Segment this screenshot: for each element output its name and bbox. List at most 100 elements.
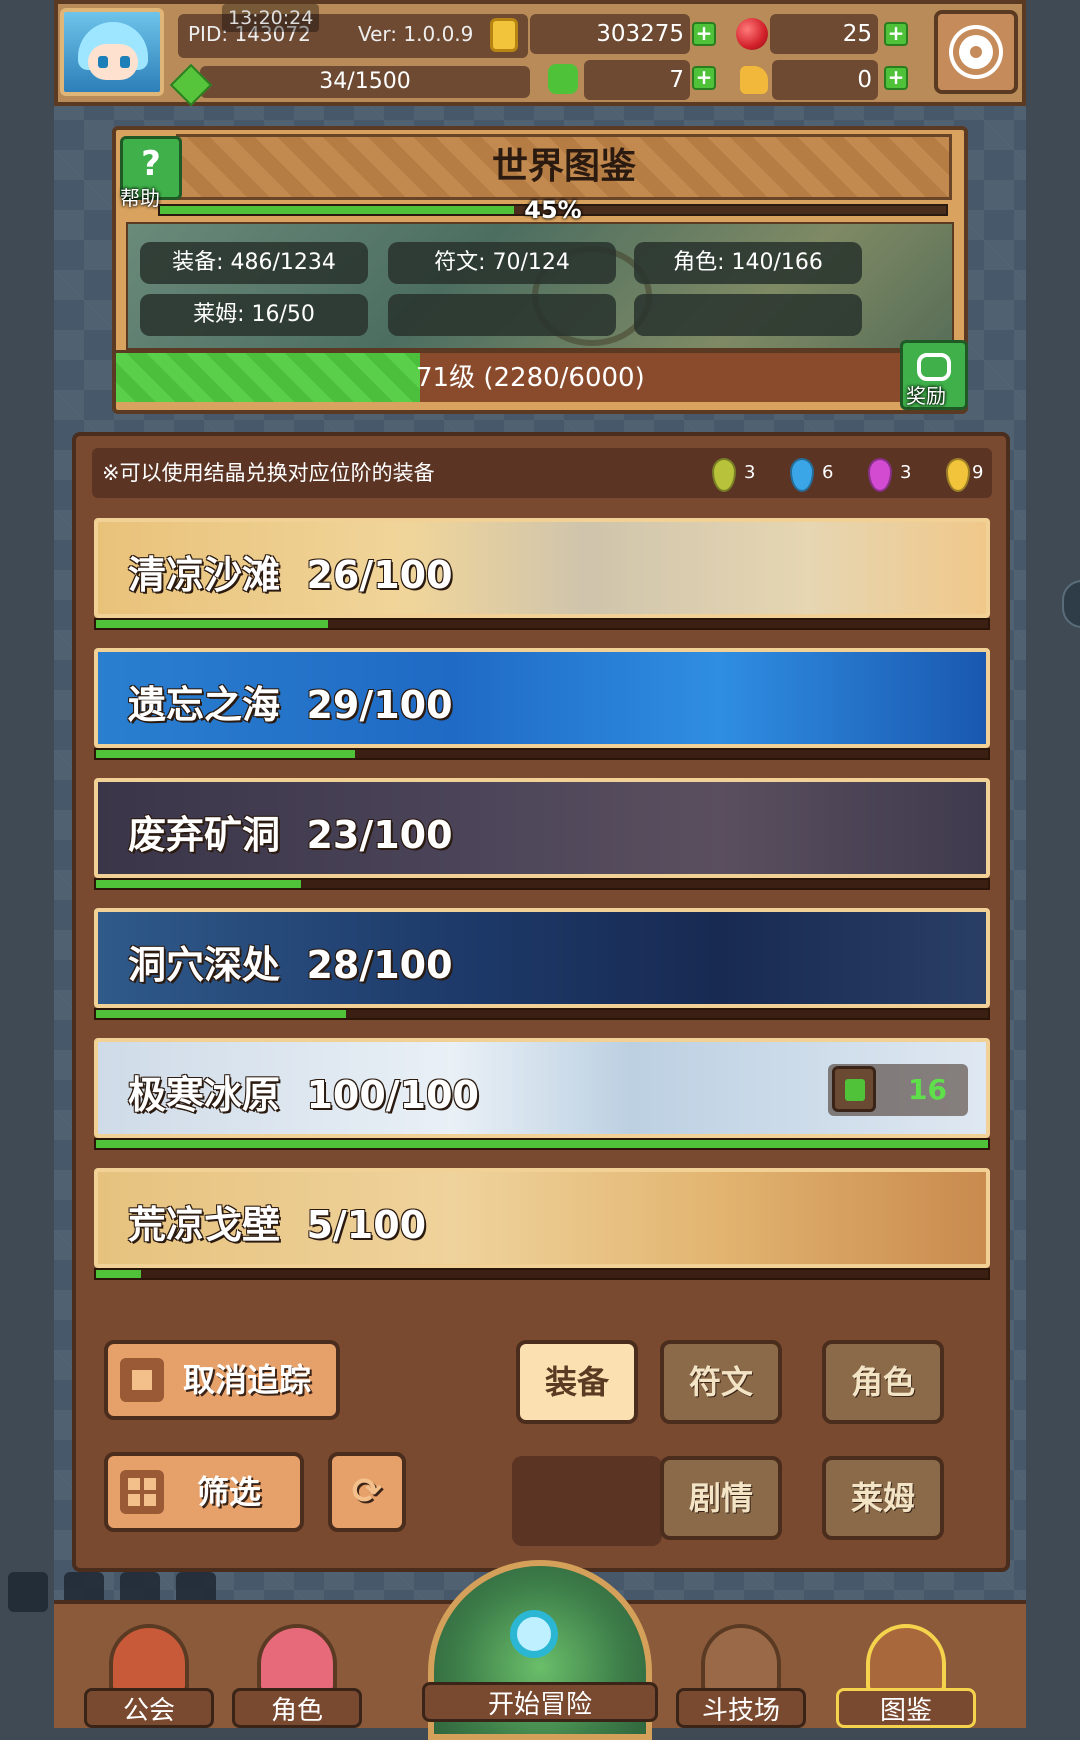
- help-label: 帮助: [120, 186, 160, 210]
- area-progress-fill: [96, 880, 302, 888]
- player-avatar[interactable]: [60, 8, 164, 96]
- grid-filter-icon: [120, 1470, 164, 1514]
- side-drawer-handle[interactable]: [1062, 580, 1080, 628]
- world-atlas-panel: 世界图鉴 ? 帮助 45% 装备: 486/1234 符文: 70/124 角色…: [112, 126, 968, 414]
- clover-icon: [548, 64, 578, 94]
- clock-time: 13:20:24: [222, 4, 320, 32]
- area-name: 废弃矿洞 23/100: [128, 813, 453, 857]
- crossed-swords-icon: [701, 1624, 781, 1694]
- blue-crystal-icon: [790, 458, 814, 492]
- area-banner: 清凉沙滩 26/100: [94, 518, 990, 618]
- untrack-label: 取消追踪: [182, 1361, 311, 1399]
- tab-characters[interactable]: 角色: [822, 1340, 944, 1424]
- hourglass-icon[interactable]: [8, 1572, 48, 1612]
- gear-icon: [959, 35, 993, 69]
- atlas-map-background: 装备: 486/1234 符文: 70/124 角色: 140/166 莱姆: …: [126, 222, 954, 350]
- nav-guild-label: 公会: [84, 1688, 214, 1728]
- area-collection-panel: ※可以使用结晶兑换对应位阶的装备 3 6 3 9 清凉沙滩 26/100 遗忘之…: [72, 432, 1010, 1572]
- nav-atlas[interactable]: 图鉴: [836, 1614, 976, 1732]
- area-banner: 荒凉戈壁 5/100: [94, 1168, 990, 1268]
- crystal-notice-bar: ※可以使用结晶兑换对应位阶的装备 3 6 3 9: [92, 448, 992, 498]
- tab-equipment[interactable]: 装备: [516, 1340, 638, 1424]
- game-version: Ver: 1.0.0.9: [358, 22, 474, 46]
- blue-crystal-count: 6: [822, 462, 834, 483]
- atlas-level-text: 71级 (2280/6000): [416, 363, 645, 393]
- stat-slimes: 莱姆: 16/50: [140, 294, 368, 336]
- area-name: 洞穴深处 28/100: [128, 943, 453, 987]
- avatar-eye-left: [98, 56, 108, 68]
- nav-arena[interactable]: 斗技场: [676, 1614, 806, 1732]
- red-gem-amount: 25: [842, 21, 872, 47]
- area-progress-fill: [96, 750, 355, 758]
- nav-character[interactable]: 角色: [232, 1614, 362, 1732]
- clover-counter: 7: [584, 60, 690, 100]
- clover-amount: 7: [669, 67, 684, 93]
- add-gold-plus-icon[interactable]: +: [692, 22, 716, 46]
- purple-crystal-icon: [868, 458, 892, 492]
- filter-label: 筛选: [196, 1473, 261, 1511]
- area-name: 遗忘之海 29/100: [128, 683, 453, 727]
- gold-crystal-icon: [946, 458, 970, 492]
- key-amount: 0: [857, 67, 872, 93]
- tab-story[interactable]: 剧情: [660, 1456, 782, 1540]
- add-red-gem-plus-icon[interactable]: +: [884, 22, 908, 46]
- add-clover-plus-icon[interactable]: +: [692, 66, 716, 90]
- atlas-progress-percent: 45%: [524, 196, 582, 224]
- area-progress-fill: [96, 1140, 988, 1148]
- area-card-desert[interactable]: 荒凉戈壁 5/100: [90, 1168, 994, 1280]
- tab-runes[interactable]: 符文: [660, 1340, 782, 1424]
- nav-arena-label: 斗技场: [676, 1688, 806, 1728]
- area-name: 荒凉戈壁 5/100: [128, 1203, 427, 1247]
- reward-icon: [917, 353, 951, 381]
- tab-slimes[interactable]: 莱姆: [822, 1456, 944, 1540]
- area-card-frozen[interactable]: 极寒冰原 100/100 16: [90, 1038, 994, 1150]
- settings-button[interactable]: [934, 10, 1018, 94]
- area-banner: 遗忘之海 29/100: [94, 648, 990, 748]
- nav-guild[interactable]: 公会: [84, 1614, 214, 1732]
- refresh-button[interactable]: ⟳: [328, 1452, 406, 1532]
- stat-equipment: 装备: 486/1234: [140, 242, 368, 284]
- area-card-cave[interactable]: 洞穴深处 28/100: [90, 908, 994, 1020]
- area-name: 极寒冰原 100/100: [128, 1073, 479, 1117]
- area-progress-fill: [96, 620, 328, 628]
- green-crystal-icon: [712, 458, 736, 492]
- area-card-mine[interactable]: 废弃矿洞 23/100: [90, 778, 994, 890]
- empty-tab-slot: [512, 1456, 662, 1546]
- thumbs-up-icon: [120, 1358, 164, 1402]
- stat-empty-2: [634, 294, 862, 336]
- area-progress-bar: [94, 1138, 990, 1150]
- atlas-level-fill: [116, 353, 420, 402]
- area-progress-bar: [94, 748, 990, 760]
- area-card-sea[interactable]: 遗忘之海 29/100: [90, 648, 994, 760]
- area-name: 清凉沙滩 26/100: [128, 553, 453, 597]
- green-crystal-count: 3: [744, 462, 756, 483]
- stat-characters: 角色: 140/166: [634, 242, 862, 284]
- start-adventure-button[interactable]: 开始冒险: [422, 1560, 658, 1740]
- area-progress-bar: [94, 618, 990, 630]
- untrack-button[interactable]: 取消追踪: [104, 1340, 340, 1420]
- tab-runes-label: 符文: [688, 1363, 753, 1401]
- like-badge: 16: [828, 1064, 968, 1116]
- nav-adventure-label: 开始冒险: [422, 1682, 658, 1722]
- reward-label: 奖励: [906, 384, 946, 408]
- gold-coin-icon: [490, 18, 518, 52]
- crystal-notice-text: ※可以使用结晶兑换对应位阶的装备: [102, 461, 435, 485]
- refresh-icon: ⟳: [351, 1471, 383, 1512]
- book-icon: [866, 1624, 946, 1694]
- red-gem-icon: [736, 18, 768, 50]
- key-icon: [740, 66, 768, 94]
- gold-crystal-count: 9: [972, 462, 984, 483]
- nav-character-label: 角色: [232, 1688, 362, 1728]
- area-progress-fill: [96, 1270, 141, 1278]
- add-key-plus-icon[interactable]: +: [884, 66, 908, 90]
- atlas-title: 世界图鉴: [176, 134, 952, 200]
- filter-button[interactable]: 筛选: [104, 1452, 304, 1532]
- question-mark-icon: ?: [141, 144, 161, 184]
- area-card-beach[interactable]: 清凉沙滩 26/100: [90, 518, 994, 630]
- key-counter: 0: [772, 60, 878, 100]
- energy-value: 34/1500: [319, 69, 411, 94]
- gold-amount: 303275: [596, 21, 684, 47]
- area-banner: 废弃矿洞 23/100: [94, 778, 990, 878]
- avatar-face: [88, 44, 138, 80]
- thumbs-up-icon: [832, 1066, 876, 1112]
